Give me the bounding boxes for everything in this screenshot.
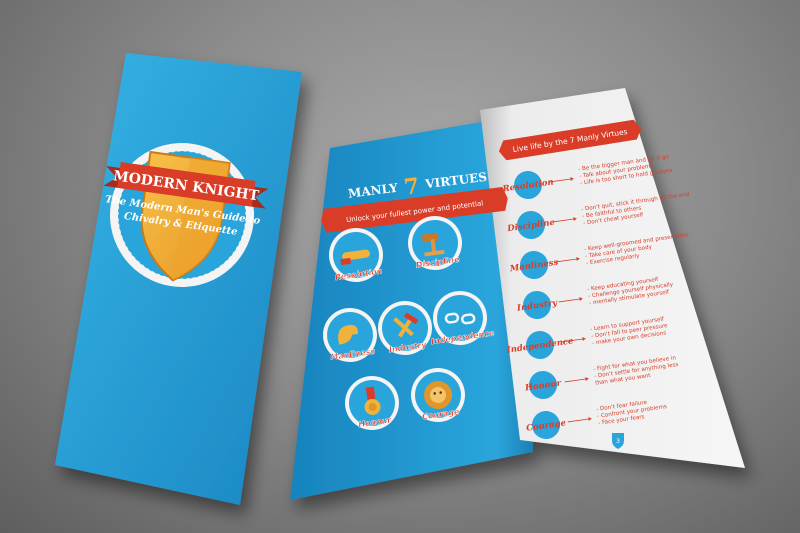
brochure-mockup-scene: MODERN KNIGHT The Modern Man's Guide to …	[55, 53, 745, 505]
page-number: 3	[616, 438, 620, 445]
virtues-heading-number: 7	[402, 173, 420, 201]
